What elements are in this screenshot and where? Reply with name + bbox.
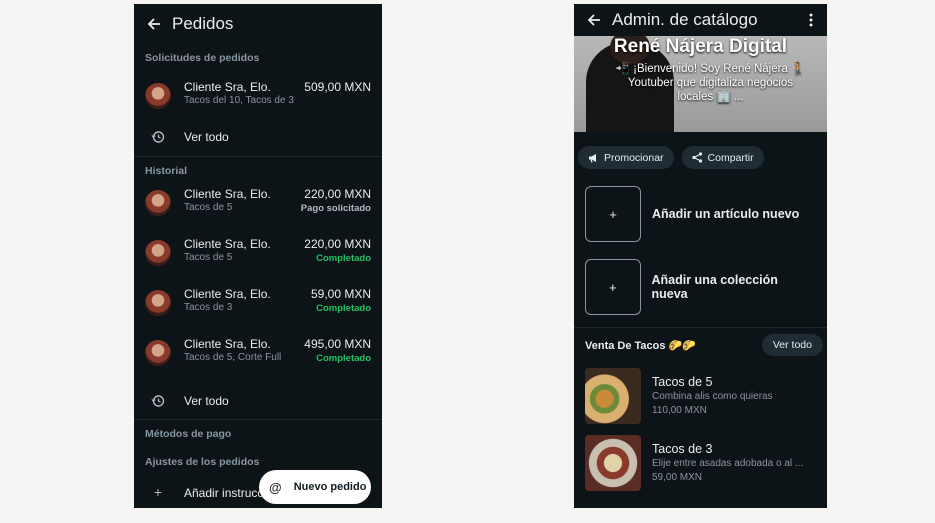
payment-methods-header[interactable]: Métodos de pago: [134, 420, 382, 448]
plus-icon: +: [585, 186, 641, 242]
customer-name: Cliente Sra, Elo.: [184, 337, 271, 351]
requests-header: Solicitudes de pedidos: [145, 52, 260, 64]
customer-name: Cliente Sra, Elo.: [184, 80, 271, 94]
avatar: [145, 240, 171, 266]
cover-image: René Nájera Digital 📲 ¡Bienvenido! Soy R…: [574, 36, 827, 132]
orders-screen: Pedidos Solicitudes de pedidos Cliente S…: [134, 4, 382, 508]
list-item[interactable]: Cliente Sra, Elo. Tacos de 5 220,00 MXN …: [134, 183, 382, 233]
orders-appbar: Pedidos: [134, 4, 382, 44]
collection-title: Venta De Tacos 🌮🌮: [585, 339, 696, 352]
list-item[interactable]: Cliente Sra, Elo. Tacos de 5 220,00 MXN …: [134, 233, 382, 283]
request-row[interactable]: Cliente Sra, Elo. Tacos del 10, Tacos de…: [134, 70, 382, 118]
catalog-item[interactable]: Tacos de 3 Elije entre asadas adobada o …: [574, 429, 827, 496]
item-description: Combina alis como quieras: [652, 390, 773, 402]
action-chips: Promocionar Compartir: [574, 132, 827, 169]
share-icon: [691, 152, 703, 163]
status-badge: Completado: [316, 353, 371, 364]
promote-button[interactable]: Promocionar: [578, 146, 674, 169]
share-label: Compartir: [707, 151, 754, 164]
avatar: [145, 190, 171, 216]
customer-name: Cliente Sra, Elo.: [184, 287, 271, 301]
plus-icon: +: [153, 484, 163, 500]
list-item[interactable]: Cliente Sra, Elo. Tacos de 3 59,00 MXN C…: [134, 283, 382, 333]
list-item[interactable]: Cliente Sra, Elo. Tacos de 5, Corte Full…: [134, 333, 382, 383]
at-icon: @: [269, 479, 282, 495]
catalog-screen: Admin. de catálogo René Nájera Digital 📲…: [574, 4, 827, 508]
avatar: [145, 83, 171, 109]
add-collection-label: Añadir una colección nueva: [651, 273, 778, 301]
status-badge: Completado: [316, 253, 371, 264]
add-item-row[interactable]: + Añadir un artículo nuevo: [574, 185, 827, 243]
order-amount: 509,00 MXN: [304, 80, 371, 94]
customer-name: Cliente Sra, Elo.: [184, 187, 271, 201]
order-items: Tacos de 5: [184, 202, 233, 213]
view-all-label: Ver todo: [184, 394, 229, 408]
new-order-label: Nuevo pedido: [293, 481, 367, 493]
history-list: Cliente Sra, Elo. Tacos de 5 220,00 MXN …: [134, 183, 382, 383]
item-thumbnail: [585, 367, 641, 424]
view-all-requests[interactable]: Ver todo: [134, 118, 382, 156]
item-price: 110,00 MXN: [652, 404, 707, 416]
history-header: Historial: [145, 165, 188, 177]
catalog-item[interactable]: Tacos de 5 Combina alis como quieras 110…: [574, 362, 827, 429]
order-amount: 220,00 MXN: [304, 187, 371, 201]
add-item-label: Añadir un artículo nuevo: [652, 207, 800, 221]
item-description: Elije entre asadas adobada o al ...: [652, 457, 804, 469]
customer-name: Cliente Sra, Elo.: [184, 237, 271, 251]
order-items: Tacos de 5, Corte Full: [184, 352, 282, 363]
item-name: Tacos de 5: [652, 374, 713, 389]
item-price: 59,00 MXN: [652, 471, 703, 483]
page-title: Pedidos: [172, 14, 234, 33]
catalog-appbar: Admin. de catálogo: [574, 4, 827, 36]
back-arrow-icon[interactable]: [144, 14, 164, 34]
order-items: Tacos de 5: [184, 252, 233, 263]
order-items: Tacos del 10, Tacos de 3: [184, 95, 294, 106]
order-amount: 495,00 MXN: [304, 337, 371, 351]
avatar: [145, 340, 171, 366]
order-amount: 59,00 MXN: [310, 287, 371, 301]
view-all-history[interactable]: Ver todo: [134, 383, 382, 419]
history-icon: [145, 130, 171, 144]
promote-label: Promocionar: [604, 151, 664, 164]
business-description: 📲 ¡Bienvenido! Soy René Nájera 🚶 Youtube…: [615, 63, 806, 103]
divider: [134, 156, 382, 157]
add-collection-row[interactable]: + Añadir una colección nueva: [574, 258, 827, 316]
item-name: Tacos de 3: [652, 441, 713, 456]
avatar: [145, 290, 171, 316]
page-title: Admin. de catálogo: [612, 10, 758, 29]
plus-icon: +: [585, 259, 641, 315]
business-name: René Nájera Digital: [613, 36, 788, 57]
order-items: Tacos de 3: [184, 302, 233, 313]
collection-header: Venta De Tacos 🌮🌮 Ver todo: [574, 328, 827, 362]
order-amount: 220,00 MXN: [304, 237, 371, 251]
megaphone-icon: [588, 153, 599, 163]
history-icon: [145, 394, 171, 408]
status-badge: Completado: [316, 303, 371, 314]
new-order-button[interactable]: @ Nuevo pedido: [259, 470, 371, 504]
view-all-label: Ver todo: [184, 130, 229, 144]
collection-view-all-button[interactable]: Ver todo: [761, 334, 823, 356]
back-arrow-icon[interactable]: [584, 10, 604, 30]
share-button[interactable]: Compartir: [681, 146, 764, 169]
status-badge: Pago solicitado: [300, 203, 371, 214]
item-thumbnail: [585, 434, 641, 491]
kebab-icon[interactable]: [803, 10, 819, 30]
